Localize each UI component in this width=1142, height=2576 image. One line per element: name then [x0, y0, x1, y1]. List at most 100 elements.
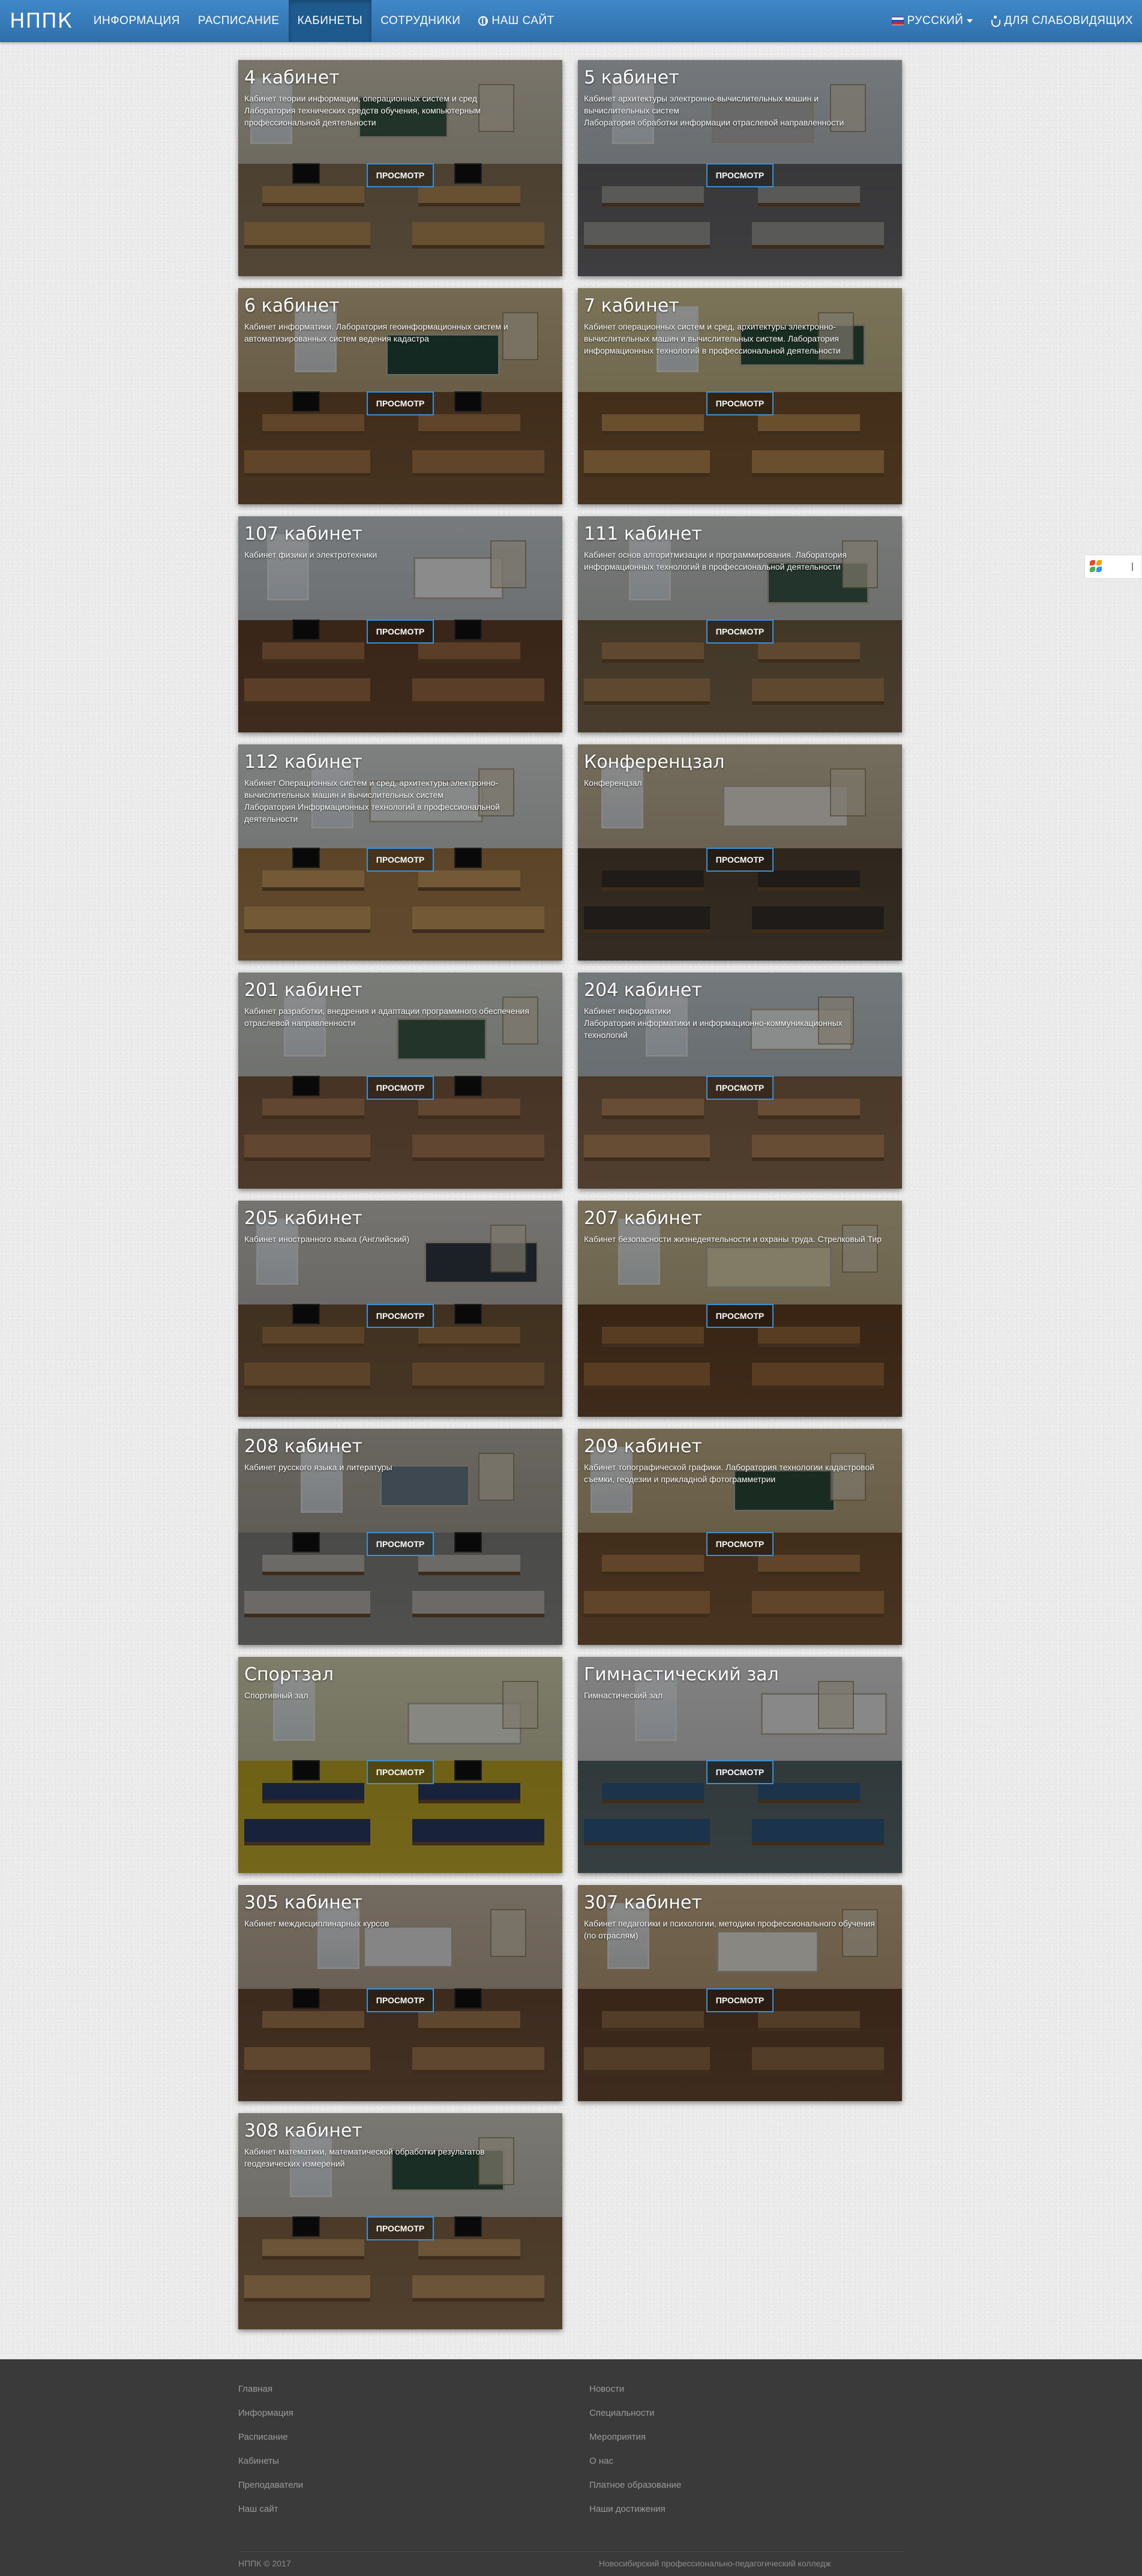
view-button[interactable]: ПРОСМОТР — [706, 1988, 774, 2012]
room-description: Кабинет иностранного языка (Английский) — [244, 1234, 410, 1244]
room-card[interactable]: 207 кабинет Кабинет безопасности жизнедея… — [578, 1201, 902, 1417]
caret-down-icon — [967, 19, 973, 23]
footer-link[interactable]: О нас — [589, 2449, 889, 2473]
room-description: Кабинет русского языка и литературы — [244, 1462, 392, 1472]
room-card[interactable]: 4 кабинет Кабинет теории информации, опер… — [238, 60, 562, 276]
room-card[interactable]: 5 кабинет Кабинет архитектуры электронно-… — [578, 60, 902, 276]
view-button[interactable]: ПРОСМОТР — [706, 1076, 774, 1100]
view-button[interactable]: ПРОСМОТР — [367, 1760, 434, 1784]
view-button[interactable]: ПРОСМОТР — [367, 848, 434, 872]
nav-rooms[interactable]: КАБИНЕТЫ — [288, 0, 372, 42]
room-description: Кабинет основ алгоритмизации и программи… — [584, 550, 847, 572]
room-title: 6 кабинет — [244, 295, 340, 316]
accessibility-label: ДЛЯ СЛАБОВИДЯЩИХ — [1004, 14, 1133, 27]
footer-link[interactable]: Специальности — [589, 2401, 889, 2425]
nav-our-site[interactable]: НАШ САЙТ — [469, 0, 563, 42]
room-title: 7 кабинет — [584, 295, 679, 316]
room-card[interactable]: 208 кабинет Кабинет русского языка и лите… — [238, 1429, 562, 1645]
room-card[interactable]: 307 кабинет Кабинет педагогики и психолог… — [578, 1885, 902, 2101]
footer-link[interactable]: Информация — [238, 2401, 538, 2425]
room-title: 107 кабинет — [244, 523, 362, 544]
view-button[interactable]: ПРОСМОТР — [367, 1988, 434, 2012]
room-description: Кабинет операционных систем и сред, архи… — [584, 322, 841, 355]
accessibility-icon — [991, 15, 1001, 27]
nav-our-site-label: НАШ САЙТ — [491, 14, 554, 27]
footer: Главная Информация Расписание Кабинеты Препо… — [0, 2359, 1142, 2576]
view-button[interactable]: ПРОСМОТР — [706, 620, 774, 644]
room-title: 208 кабинет — [244, 1436, 362, 1457]
view-button[interactable]: ПРОСМОТР — [367, 1532, 434, 1556]
footer-link[interactable]: Наши достижения — [589, 2497, 889, 2521]
nav-rooms-label: КАБИНЕТЫ — [297, 14, 363, 27]
room-title: Гимнастический зал — [584, 1664, 779, 1685]
room-card[interactable]: Спортзал Спортивный зал ПРОСМОТР — [238, 1657, 562, 1873]
room-card[interactable]: 205 кабинет Кабинет иностранного языка (А… — [238, 1201, 562, 1417]
nav-schedule[interactable]: РАСПИСАНИЕ — [189, 0, 289, 42]
language-dropdown[interactable]: РУССКИЙ — [883, 0, 982, 42]
room-description: Кабинет педагогики и психологии, методик… — [584, 1919, 875, 1940]
room-description: Кабинет Операционных систем и сред, архи… — [244, 778, 500, 824]
view-button[interactable]: ПРОСМОТР — [706, 848, 774, 872]
language-label: РУССКИЙ — [907, 14, 964, 27]
nav-information-label: ИНФОРМАЦИЯ — [93, 14, 180, 27]
footer-link[interactable]: Мероприятия — [589, 2425, 889, 2449]
view-button[interactable]: ПРОСМОТР — [706, 1760, 774, 1784]
room-description: Конференцзал — [584, 778, 642, 788]
room-title: 305 кабинет — [244, 1892, 362, 1913]
room-description: Кабинет информатики Лаборатория информат… — [584, 1006, 843, 1040]
view-button[interactable]: ПРОСМОТР — [706, 1532, 774, 1556]
view-button[interactable]: ПРОСМОТР — [367, 2216, 434, 2240]
share-leaf-icon — [1090, 560, 1103, 573]
room-title: 207 кабинет — [584, 1208, 702, 1229]
room-card[interactable]: 6 кабинет Кабинет информатики. Лаборатори… — [238, 288, 562, 504]
room-card[interactable]: 209 кабинет Кабинет топографической графи… — [578, 1429, 902, 1645]
room-description: Кабинет безопасности жизнедеятельности и… — [584, 1234, 882, 1244]
footer-copyright: НППК © 2017 — [238, 2559, 291, 2568]
footer-link[interactable]: Преподаватели — [238, 2473, 538, 2497]
side-widget[interactable] — [1084, 555, 1142, 579]
room-card[interactable]: 305 кабинет Кабинет междисциплинарных кур… — [238, 1885, 562, 2101]
room-description: Кабинет математики, математической обраб… — [244, 2147, 485, 2168]
main-menu: ИНФОРМАЦИЯ РАСПИСАНИЕ КАБИНЕТЫ СОТРУДНИК… — [85, 0, 563, 42]
russian-flag-icon — [891, 16, 904, 25]
brand-text: НППК — [10, 8, 73, 33]
view-button[interactable]: ПРОСМОТР — [706, 391, 774, 415]
view-button[interactable]: ПРОСМОТР — [367, 163, 434, 187]
footer-link[interactable]: Расписание — [238, 2425, 538, 2449]
footer-link[interactable]: Наш сайт — [238, 2497, 538, 2521]
room-description: Кабинет теории информации, операционных … — [244, 94, 481, 127]
footer-link[interactable]: Главная — [238, 2377, 538, 2401]
room-card[interactable]: 7 кабинет Кабинет операционных систем и с… — [578, 288, 902, 504]
view-button[interactable]: ПРОСМОТР — [367, 1076, 434, 1100]
room-title: 112 кабинет — [244, 752, 362, 773]
room-title: 204 кабинет — [584, 980, 702, 1001]
room-description: Гимнастический зал — [584, 1691, 663, 1700]
room-card[interactable]: 201 кабинет Кабинет разработки, внедрения… — [238, 973, 562, 1189]
view-button[interactable]: ПРОСМОТР — [706, 163, 774, 187]
room-card[interactable]: Конференцзал Конференцзал ПРОСМОТР — [578, 744, 902, 961]
room-card[interactable]: Гимнастический зал Гимнастический зал ПРОС… — [578, 1657, 902, 1873]
view-button[interactable]: ПРОСМОТР — [367, 620, 434, 644]
rooms-grid: 4 кабинет Кабинет теории информации, опер… — [238, 60, 906, 2329]
nav-information[interactable]: ИНФОРМАЦИЯ — [85, 0, 189, 42]
footer-link[interactable]: Новости — [589, 2377, 889, 2401]
view-button[interactable]: ПРОСМОТР — [367, 1304, 434, 1328]
accessibility-link[interactable]: ДЛЯ СЛАБОВИДЯЩИХ — [982, 0, 1142, 42]
room-description: Кабинет информатики. Лаборатория геоинфо… — [244, 322, 508, 343]
arrow-up-icon — [1132, 563, 1133, 571]
room-title: 111 кабинет — [584, 523, 702, 544]
room-description: Кабинет междисциплинарных курсов — [244, 1919, 389, 1928]
room-card[interactable]: 112 кабинет Кабинет Операционных систем и… — [238, 744, 562, 961]
room-title: 308 кабинет — [244, 2120, 362, 2141]
footer-link[interactable]: Кабинеты — [238, 2449, 538, 2473]
nav-staff[interactable]: СОТРУДНИКИ — [371, 0, 469, 42]
view-button[interactable]: ПРОСМОТР — [367, 391, 434, 415]
room-card[interactable]: 107 кабинет Кабинет физики и электротехни… — [238, 516, 562, 732]
footer-link[interactable]: Платное образование — [589, 2473, 889, 2497]
navbar-right: РУССКИЙ ДЛЯ СЛАБОВИДЯЩИХ — [883, 0, 1142, 42]
room-card[interactable]: 111 кабинет Кабинет основ алгоритмизации … — [578, 516, 902, 732]
view-button[interactable]: ПРОСМОТР — [706, 1304, 774, 1328]
room-card[interactable]: 308 кабинет Кабинет математики, математич… — [238, 2113, 562, 2329]
room-card[interactable]: 204 кабинет Кабинет информатики Лаборатор… — [578, 973, 902, 1189]
brand-logo[interactable]: НППК — [0, 0, 85, 42]
